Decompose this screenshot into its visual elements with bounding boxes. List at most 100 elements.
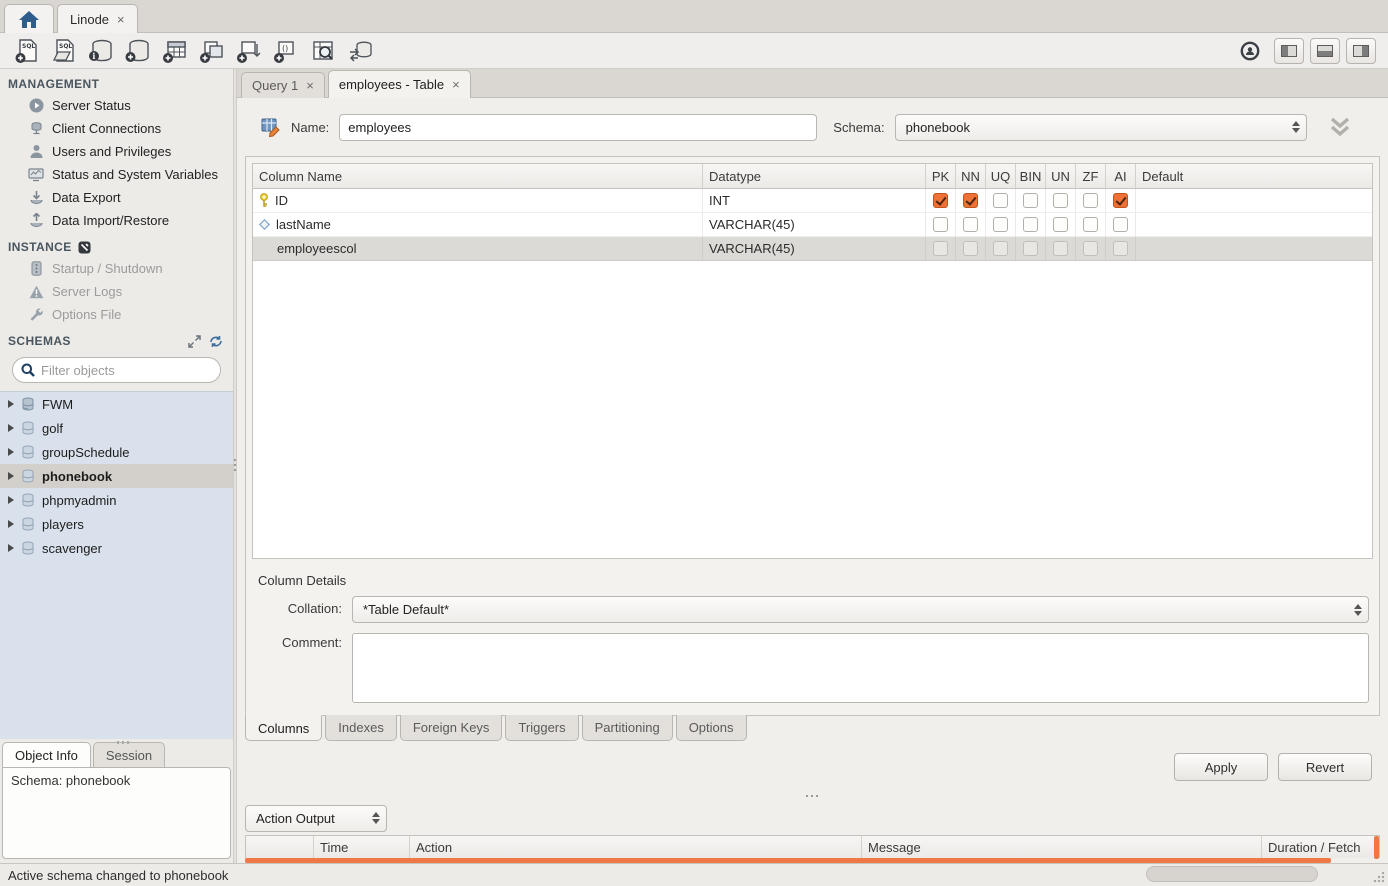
col-header-default[interactable]: Default [1136,164,1372,188]
expander-icon[interactable] [8,400,14,408]
sidebar-item-server-logs[interactable]: Server Logs [0,280,233,303]
new-sql-tab-icon[interactable]: SQL [8,36,45,66]
checkbox-uq[interactable] [993,193,1008,208]
output-splitter[interactable] [237,790,1388,801]
schema-item-fwm[interactable]: FWM [0,392,233,416]
table-name-input[interactable] [339,114,817,141]
checkbox-zf[interactable] [1083,217,1098,232]
table-inspector-icon[interactable] [304,36,341,66]
subtab-columns[interactable]: Columns [245,715,322,741]
notification-status-icon[interactable] [1231,36,1268,66]
expander-icon[interactable] [8,496,14,504]
sidebar-item-startup-shutdown[interactable]: Startup / Shutdown [0,257,233,280]
create-procedure-icon[interactable] [230,36,267,66]
data-transfer-icon[interactable] [341,36,378,66]
window-resize-grip[interactable] [1373,871,1385,883]
column-row-id[interactable]: ID INT [253,189,1372,213]
checkbox-nn[interactable] [963,217,978,232]
output-type-select[interactable]: Action Output [245,805,387,832]
tab-query-1[interactable]: Query 1 × [241,72,325,98]
connection-tab-linode[interactable]: Linode × [57,4,138,33]
col-header-un[interactable]: UN [1046,164,1076,188]
subtab-foreign-keys[interactable]: Foreign Keys [400,715,503,741]
tab-object-info[interactable]: Object Info [2,742,91,767]
checkbox-bin[interactable] [1023,193,1038,208]
checkbox-un[interactable] [1053,217,1068,232]
revert-button[interactable]: Revert [1278,753,1372,781]
create-table-icon[interactable] [156,36,193,66]
home-tab[interactable] [4,4,54,33]
subtab-indexes[interactable]: Indexes [325,715,397,741]
open-sql-script-icon[interactable]: SQL [45,36,82,66]
sidebar-item-users-privileges[interactable]: Users and Privileges [0,140,233,163]
comment-textarea[interactable] [352,633,1369,703]
close-icon[interactable]: × [306,78,314,93]
checkbox-pk[interactable] [933,241,948,256]
sidebar-item-options-file[interactable]: Options File [0,303,233,326]
subtab-triggers[interactable]: Triggers [505,715,578,741]
expander-icon[interactable] [8,472,14,480]
col-header-nn[interactable]: NN [956,164,986,188]
output-col-duration[interactable]: Duration / Fetch [1262,836,1379,858]
sidebar-item-client-connections[interactable]: Client Connections [0,117,233,140]
checkbox-uq[interactable] [993,217,1008,232]
col-header-ai[interactable]: AI [1106,164,1136,188]
checkbox-zf[interactable] [1083,241,1098,256]
checkbox-pk[interactable] [933,217,948,232]
sidebar-item-data-export[interactable]: Data Export [0,186,233,209]
schema-item-scavenger[interactable]: scavenger [0,536,233,560]
subtab-partitioning[interactable]: Partitioning [582,715,673,741]
expander-icon[interactable] [8,448,14,456]
checkbox-ai[interactable] [1113,241,1128,256]
refresh-schemas-icon[interactable] [209,335,223,348]
create-schema-icon[interactable] [119,36,156,66]
close-icon[interactable]: × [452,77,460,92]
apply-button[interactable]: Apply [1174,753,1268,781]
schema-select[interactable]: phonebook [895,114,1307,141]
output-col-status[interactable] [246,836,314,858]
col-header-zf[interactable]: ZF [1076,164,1106,188]
checkbox-nn[interactable] [963,241,978,256]
checkbox-un[interactable] [1053,193,1068,208]
collapse-header-chevron-icon[interactable] [1327,116,1353,138]
create-function-icon[interactable]: () [267,36,304,66]
database-info-icon[interactable]: i [82,36,119,66]
column-row-employeescol[interactable]: employeescol VARCHAR(45) [253,237,1372,261]
column-row-lastname[interactable]: lastName VARCHAR(45) [253,213,1372,237]
schema-item-phpmyadmin[interactable]: phpmyadmin [0,488,233,512]
checkbox-ai[interactable] [1113,217,1128,232]
toggle-right-panel-button[interactable] [1346,38,1376,64]
checkbox-uq[interactable] [993,241,1008,256]
sidebar-item-server-status[interactable]: Server Status [0,94,233,117]
collation-select[interactable]: *Table Default* [352,596,1369,623]
col-header-pk[interactable]: PK [926,164,956,188]
expander-icon[interactable] [8,424,14,432]
checkbox-ai[interactable] [1113,193,1128,208]
grid-empty-area[interactable] [253,261,1372,558]
checkbox-bin[interactable] [1023,217,1038,232]
col-header-bin[interactable]: BIN [1016,164,1046,188]
expand-schemas-icon[interactable] [188,335,201,348]
tab-employees-table[interactable]: employees - Table × [328,70,471,98]
subtab-options[interactable]: Options [676,715,747,741]
checkbox-pk[interactable] [933,193,948,208]
sidebar-item-status-system-variables[interactable]: Status and System Variables [0,163,233,186]
output-col-action[interactable]: Action [410,836,862,858]
sidebar-item-data-import[interactable]: Data Import/Restore [0,209,233,232]
toggle-left-panel-button[interactable] [1274,38,1304,64]
tab-session[interactable]: Session [93,742,165,767]
col-header-uq[interactable]: UQ [986,164,1016,188]
schema-item-groupschedule[interactable]: groupSchedule [0,440,233,464]
col-header-datatype[interactable]: Datatype [703,164,926,188]
checkbox-zf[interactable] [1083,193,1098,208]
output-vertical-scrollbar[interactable] [1374,836,1379,859]
col-header-column-name[interactable]: Column Name [253,164,703,188]
checkbox-nn[interactable] [963,193,978,208]
toggle-bottom-panel-button[interactable] [1310,38,1340,64]
close-icon[interactable]: × [117,12,125,27]
schema-item-golf[interactable]: golf [0,416,233,440]
create-view-icon[interactable] [193,36,230,66]
bottom-scrollbar-thumb[interactable] [1146,866,1318,882]
schema-item-players[interactable]: players [0,512,233,536]
schema-filter-input[interactable] [41,363,217,378]
